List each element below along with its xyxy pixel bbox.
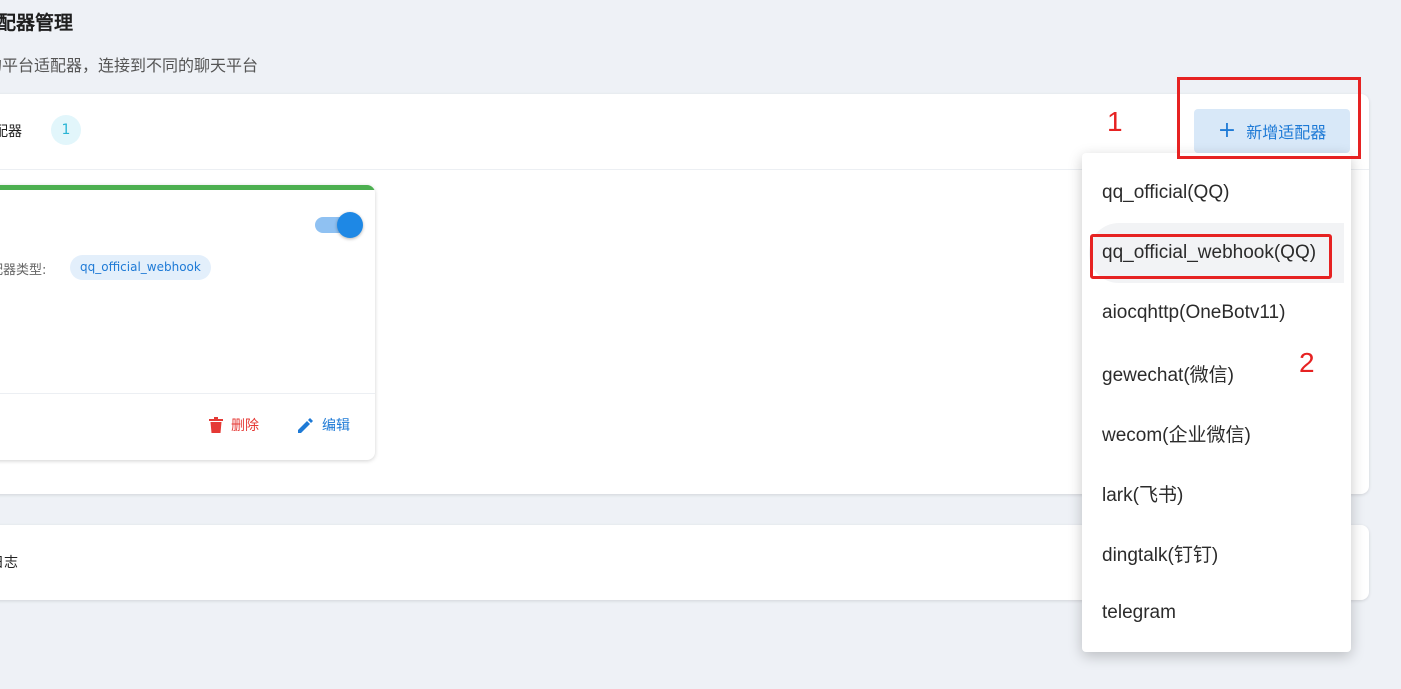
annotation-number-step1: 1	[1107, 106, 1123, 137]
menu-item-aiocqhttp[interactable]: aiocqhttp(OneBotv11)	[1082, 283, 1351, 343]
menu-item-lark[interactable]: lark(飞书)	[1082, 463, 1351, 523]
log-panel-title: 日志	[0, 555, 18, 571]
annotation-box-step1	[1177, 77, 1361, 159]
card-status-bar	[0, 185, 375, 190]
adapter-card: lt 配器类型: qq_official_webhook 删除 编辑	[0, 185, 375, 460]
adapter-type-chip: qq_official_webhook	[70, 255, 211, 280]
toggle-knob	[337, 212, 363, 238]
menu-item-telegram[interactable]: telegram	[1082, 583, 1351, 643]
adapter-count-badge: 1	[51, 115, 81, 145]
menu-item-qq-official[interactable]: qq_official(QQ)	[1082, 163, 1351, 223]
delete-button-label: 删除	[231, 418, 259, 434]
menu-item-wecom[interactable]: wecom(企业微信)	[1082, 403, 1351, 463]
add-adapter-menu: qq_official(QQ) qq_official_webhook(QQ) …	[1082, 153, 1351, 652]
edit-button[interactable]: 编辑	[298, 415, 350, 435]
delete-button[interactable]: 删除	[209, 415, 259, 435]
adapter-enable-toggle[interactable]	[315, 212, 363, 238]
adapters-panel-title: 适配器	[0, 124, 22, 140]
pencil-icon	[298, 418, 313, 433]
page-title: 适配器管理	[0, 12, 74, 34]
page-subtitle: 的平台适配器，连接到不同的聊天平台	[0, 56, 259, 75]
annotation-box-step2	[1090, 234, 1332, 279]
adapter-type-label: 配器类型:	[0, 263, 47, 278]
edit-button-label: 编辑	[322, 418, 350, 434]
card-divider	[0, 393, 375, 394]
menu-item-dingtalk[interactable]: dingtalk(钉钉)	[1082, 523, 1351, 583]
annotation-number-step2: 2	[1299, 347, 1315, 378]
adapter-management-page: 适配器管理 的平台适配器，连接到不同的聊天平台 适配器 1 + 新增适配器 lt…	[0, 0, 1401, 689]
trash-icon	[209, 417, 223, 433]
